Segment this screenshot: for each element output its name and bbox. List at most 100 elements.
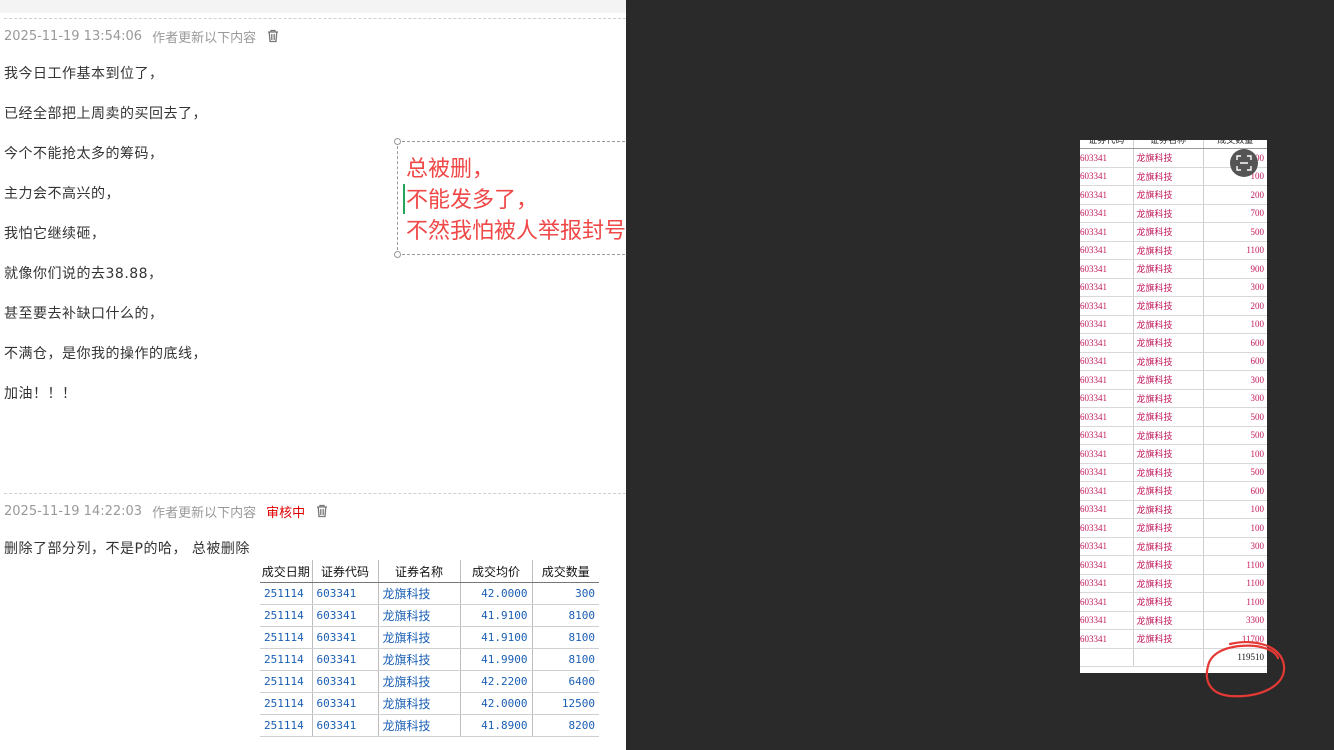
- table-cell: 龙旗科技: [1132, 518, 1203, 538]
- table-cell: 603341: [1080, 222, 1133, 242]
- table-row: 603341 龙旗科技 700: [1080, 204, 1267, 223]
- column-header: 证券名称: [1132, 140, 1203, 149]
- table-cell: 龙旗科技: [377, 692, 460, 715]
- resize-handle[interactable]: [394, 138, 401, 145]
- table-cell: 603341: [1080, 185, 1133, 205]
- table-row: 603341 龙旗科技 300: [1080, 278, 1267, 297]
- post-meta-label: 作者更新以下内容: [152, 30, 257, 46]
- post-feed: 2025-11-19 13:54:06 作者更新以下内容 我今日工作基本到位了，…: [0, 0, 626, 750]
- table-cell: 200: [1202, 185, 1267, 205]
- table-cell: 603341: [1080, 592, 1133, 612]
- table-row: 603341 龙旗科技 600: [1080, 352, 1267, 371]
- post-divider: [4, 18, 626, 19]
- table-row: 251114 603341 龙旗科技 42.0000 300: [260, 582, 599, 605]
- table-cell: 龙旗科技: [1132, 629, 1203, 649]
- table-row: 603341 龙旗科技 500: [1080, 407, 1267, 427]
- table-row: 251114 603341 龙旗科技 41.9100 8100: [260, 626, 599, 649]
- table-cell: 3300: [1202, 611, 1267, 630]
- table-cell: 龙旗科技: [1132, 352, 1203, 371]
- scan-icon[interactable]: [1230, 149, 1258, 177]
- table-cell: 龙旗科技: [377, 714, 460, 737]
- column-header: 成交均价: [459, 560, 532, 583]
- table-cell: 603341: [1080, 241, 1133, 260]
- post-meta-label: 作者更新以下内容: [152, 505, 257, 521]
- text-annotation-box[interactable]: 总被删， 不能发多了， 不然我怕被人举报封号: [394, 138, 658, 258]
- table-cell: 龙旗科技: [1132, 333, 1203, 353]
- review-status-badge: 审核中: [266, 505, 306, 521]
- table-cell: 500: [1202, 407, 1267, 427]
- table-cell: 251114: [260, 604, 312, 627]
- table-cell: 603341: [1080, 148, 1133, 168]
- table-cell: 900: [1202, 259, 1267, 279]
- table-cell: 700: [1202, 204, 1267, 223]
- table-cell: 龙旗科技: [1132, 555, 1203, 575]
- table-cell: [1132, 648, 1203, 667]
- table-cell: 603341: [1080, 370, 1133, 390]
- table-cell: 100: [1202, 444, 1267, 464]
- table-row: 603341 龙旗科技 3300: [1080, 611, 1267, 630]
- post-meta: 2025-11-19 14:22:03 作者更新以下内容 审核中: [4, 502, 329, 521]
- post-line: 我怕它继续砸，: [4, 226, 106, 242]
- table-cell: 251114: [260, 692, 312, 715]
- post-timestamp: 2025-11-19 14:22:03: [4, 503, 143, 519]
- table-cell: 龙旗科技: [1132, 222, 1203, 242]
- table-cell: 603341: [311, 692, 378, 715]
- table-cell: 41.8900: [459, 714, 532, 737]
- table-cell: 603341: [1080, 167, 1133, 186]
- table-cell: 603341: [1080, 500, 1133, 519]
- table-row: 603341 龙旗科技 1100: [1080, 574, 1267, 593]
- table-cell: 6400: [531, 670, 599, 693]
- table-row: 603341 龙旗科技 200: [1080, 296, 1267, 316]
- table-cell: 603341: [1080, 407, 1133, 427]
- table-cell: 600: [1202, 333, 1267, 353]
- table-cell: 8200: [531, 714, 599, 737]
- table-row: 603341 龙旗科技 500: [1080, 426, 1267, 445]
- column-header: 证券代码: [311, 560, 378, 583]
- table-cell: 龙旗科技: [377, 582, 460, 605]
- table-cell: 500: [1202, 222, 1267, 242]
- annotation-text[interactable]: 总被删， 不能发多了， 不然我怕被人举报封号: [406, 154, 626, 247]
- screenshot-image[interactable]: 证券代码 证券名称 成交数量 603341龙旗科技100603341龙旗科技10…: [1080, 140, 1267, 673]
- table-cell: 603341: [1080, 278, 1133, 297]
- post-line: 不满仓，是你我的操作的底线，: [4, 346, 207, 362]
- table-cell: 300: [1202, 389, 1267, 408]
- table-cell: 1100: [1202, 574, 1267, 593]
- table-row: 251114 603341 龙旗科技 41.9100 8100: [260, 604, 599, 627]
- table-row: 603341龙旗科技100: [1080, 315, 1267, 334]
- table-cell: 42.0000: [459, 692, 532, 715]
- table-row: 603341 龙旗科技 500: [1080, 463, 1267, 482]
- table-row: 603341 龙旗科技 900: [1080, 259, 1267, 279]
- table-cell: 龙旗科技: [1132, 537, 1203, 556]
- table-row: 603341 龙旗科技 1100: [1080, 241, 1267, 260]
- table-cell: [1080, 648, 1133, 667]
- table-cell: 41.9100: [459, 626, 532, 649]
- post-line: 今个不能抢太多的筹码，: [4, 146, 164, 162]
- table-cell: 300: [1202, 278, 1267, 297]
- table-row: 251114 603341 龙旗科技 41.9900 8100: [260, 648, 599, 671]
- resize-handle[interactable]: [394, 251, 401, 258]
- table-cell: 603341: [1080, 463, 1133, 482]
- table-cell: 251114: [260, 714, 312, 737]
- table-cell: 100: [1202, 315, 1267, 334]
- column-header: 证券代码: [1080, 140, 1133, 149]
- column-header: 成交数量: [1202, 140, 1267, 149]
- table-cell: 603341: [311, 604, 378, 627]
- trash-icon[interactable]: [315, 504, 329, 518]
- table-row: 251114 603341 龙旗科技 42.2200 6400: [260, 670, 599, 693]
- table-cell: 603341: [311, 670, 378, 693]
- table-cell: 251114: [260, 582, 312, 605]
- table-cell: 251114: [260, 648, 312, 671]
- column-header: 成交日期: [260, 560, 312, 583]
- table-cell: 1100: [1202, 592, 1267, 612]
- table-row: 603341 龙旗科技 300: [1080, 370, 1267, 390]
- table-cell: 龙旗科技: [1132, 426, 1203, 445]
- table-cell: 龙旗科技: [377, 648, 460, 671]
- table-cell: 603341: [1080, 629, 1133, 649]
- trash-icon[interactable]: [266, 29, 280, 43]
- table-cell: 龙旗科技: [1132, 241, 1203, 260]
- table-cell: 8100: [531, 626, 599, 649]
- table-cell: 603341: [311, 714, 378, 737]
- table-cell: 8100: [531, 604, 599, 627]
- table-cell: 龙旗科技: [377, 604, 460, 627]
- post-meta: 2025-11-19 13:54:06 作者更新以下内容: [4, 27, 280, 46]
